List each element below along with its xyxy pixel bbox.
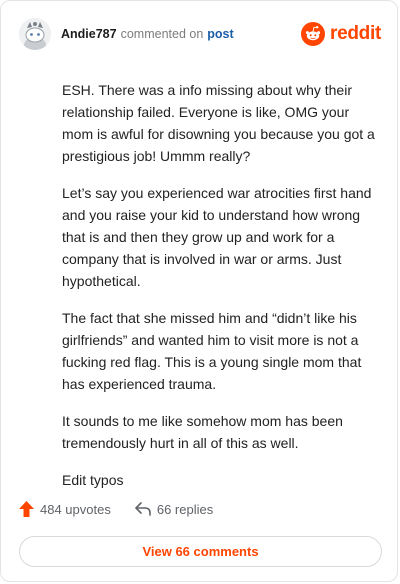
comment-paragraph: Let’s say you experienced war atrocities… — [62, 185, 372, 289]
reply-arrow-icon — [135, 502, 151, 516]
view-comments-button[interactable]: View 66 comments — [19, 536, 382, 567]
reddit-brand[interactable]: reddit — [301, 22, 381, 46]
comment-meta: Andie787 commented on post — [61, 27, 234, 41]
snoo-avatar-icon — [19, 18, 51, 50]
reply-count: 66 replies — [156, 501, 214, 517]
username[interactable]: Andie787 — [61, 27, 117, 41]
comment-card: Andie787 commented on post reddit ESH. T… — [0, 0, 398, 582]
post-link[interactable]: post — [207, 27, 233, 41]
comment-paragraph: ESH. There was a info missing about why … — [62, 82, 375, 164]
upvote-arrow-icon — [19, 501, 34, 517]
comment-paragraph: Edit typos — [62, 472, 124, 488]
comment-header: Andie787 commented on post reddit — [19, 16, 381, 52]
comment-paragraph: The fact that she missed him and “didn’t… — [62, 310, 362, 392]
avatar[interactable] — [19, 18, 51, 50]
replies-action[interactable]: 66 replies — [135, 502, 213, 517]
commented-on-text: commented on — [120, 27, 204, 41]
comment-actions: 484 upvotes 66 replies — [19, 501, 237, 517]
comment-paragraph: It sounds to me like somehow mom has bee… — [62, 413, 343, 451]
upvote-count: 484 upvotes — [40, 501, 111, 517]
reddit-logo-icon — [301, 22, 326, 46]
upvote-action[interactable]: 484 upvotes — [19, 501, 111, 517]
reddit-wordmark: reddit — [330, 23, 381, 44]
comment-body: ESH. There was a info missing about why … — [62, 79, 380, 506]
